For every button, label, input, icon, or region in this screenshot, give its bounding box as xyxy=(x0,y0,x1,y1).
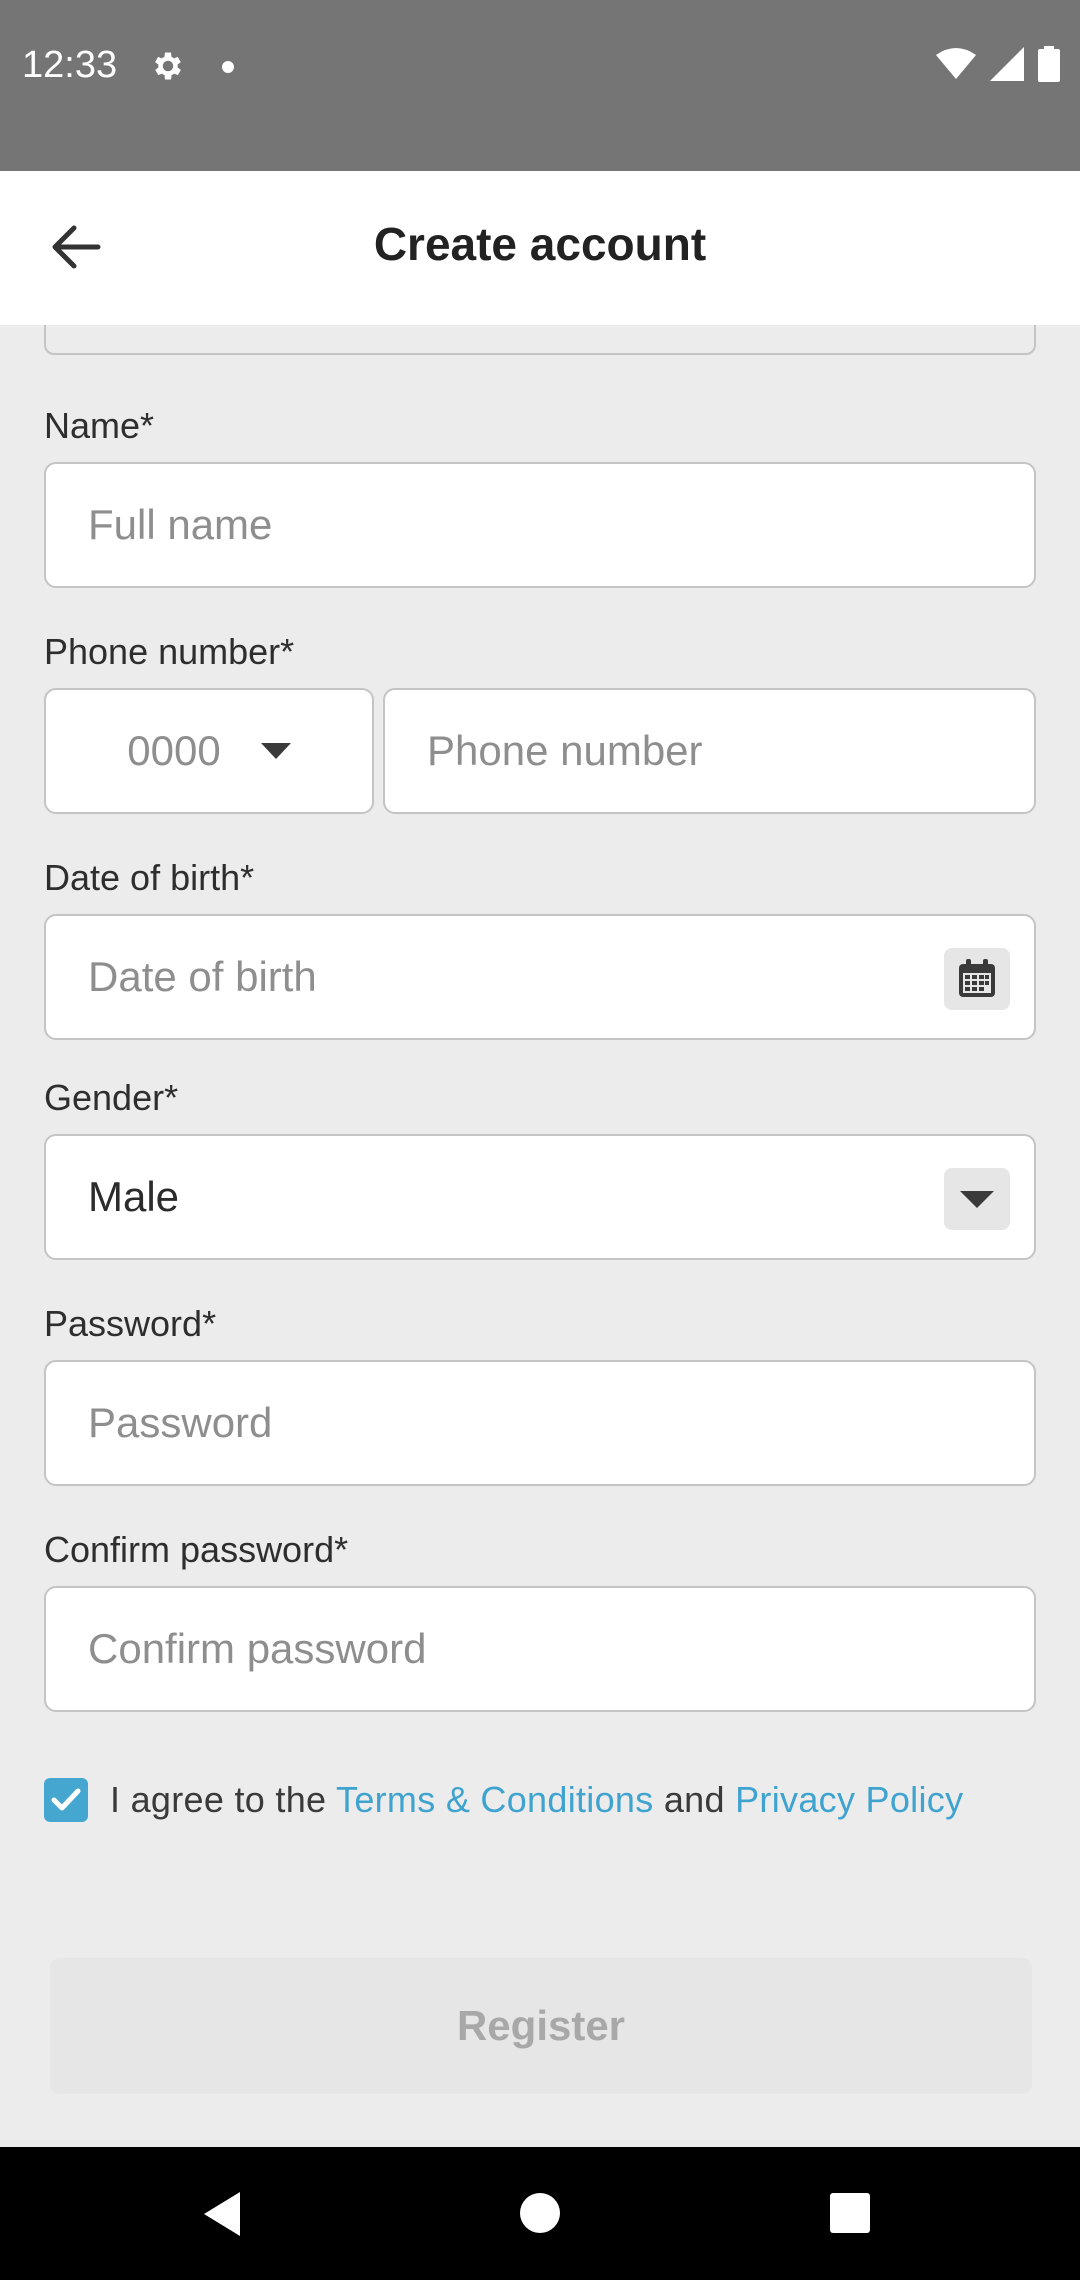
previous-field-partial[interactable] xyxy=(44,325,1036,355)
phone-number-placeholder: Phone number xyxy=(427,727,703,774)
notification-dot-icon xyxy=(222,61,234,73)
status-bar: 12:33 xyxy=(0,0,1080,171)
signal-icon xyxy=(990,47,1024,81)
name-label: Name* xyxy=(44,405,155,446)
nav-recents-icon[interactable] xyxy=(830,2193,870,2233)
terms-link[interactable]: Terms & Conditions xyxy=(336,1779,654,1820)
gender-dropdown-button[interactable] xyxy=(944,1168,1010,1230)
calendar-button[interactable] xyxy=(944,948,1010,1010)
date-of-birth-input[interactable]: Date of birth xyxy=(44,914,1036,1040)
agree-prefix: I agree to the xyxy=(110,1779,337,1820)
agreement-text: I agree to the Terms & Conditions and Pr… xyxy=(110,1779,963,1821)
gender-select[interactable]: Male xyxy=(44,1134,1036,1260)
country-code-select[interactable]: 0000 xyxy=(44,688,374,814)
gear-icon xyxy=(155,52,181,80)
gender-label: Gender* xyxy=(44,1077,179,1118)
gender-value: Male xyxy=(88,1173,180,1220)
agree-middle: and xyxy=(653,1779,736,1820)
nav-back-icon[interactable] xyxy=(200,2190,244,2238)
terms-agreement: I agree to the Terms & Conditions and Pr… xyxy=(44,1778,963,1822)
battery-icon xyxy=(1038,46,1060,82)
system-nav-bar xyxy=(0,2147,1080,2280)
password-input[interactable]: Password xyxy=(44,1360,1036,1486)
terms-checkbox[interactable] xyxy=(44,1778,88,1822)
dob-label: Date of birth* xyxy=(44,857,255,898)
registration-form: Name* Full name Phone number* 0000 Phone… xyxy=(0,325,1080,2147)
confirm-password-placeholder: Confirm password xyxy=(88,1625,427,1672)
password-placeholder: Password xyxy=(88,1399,273,1446)
nav-home-icon[interactable] xyxy=(520,2193,560,2233)
phone-number-input[interactable]: Phone number xyxy=(383,688,1036,814)
country-code-value: 0000 xyxy=(127,727,221,774)
status-icons xyxy=(936,46,1060,82)
chevron-down-icon xyxy=(960,1190,994,1208)
full-name-placeholder: Full name xyxy=(88,501,273,548)
password-label: Password* xyxy=(44,1303,217,1344)
full-name-input[interactable]: Full name xyxy=(44,462,1036,588)
chevron-down-icon xyxy=(260,743,291,759)
app-bar: Create account xyxy=(0,171,1080,325)
register-button[interactable]: Register xyxy=(50,1958,1032,2094)
confirm-password-input[interactable]: Confirm password xyxy=(44,1586,1036,1712)
confirm-password-label: Confirm password* xyxy=(44,1529,349,1570)
wifi-icon xyxy=(936,48,976,79)
phone-label: Phone number* xyxy=(44,631,295,672)
page-title: Create account xyxy=(373,218,707,270)
checkmark-icon xyxy=(51,1788,81,1811)
date-of-birth-placeholder: Date of birth xyxy=(88,953,317,1000)
status-time: 12:33 xyxy=(22,44,118,86)
calendar-icon xyxy=(959,959,995,997)
privacy-link[interactable]: Privacy Policy xyxy=(735,1779,963,1820)
